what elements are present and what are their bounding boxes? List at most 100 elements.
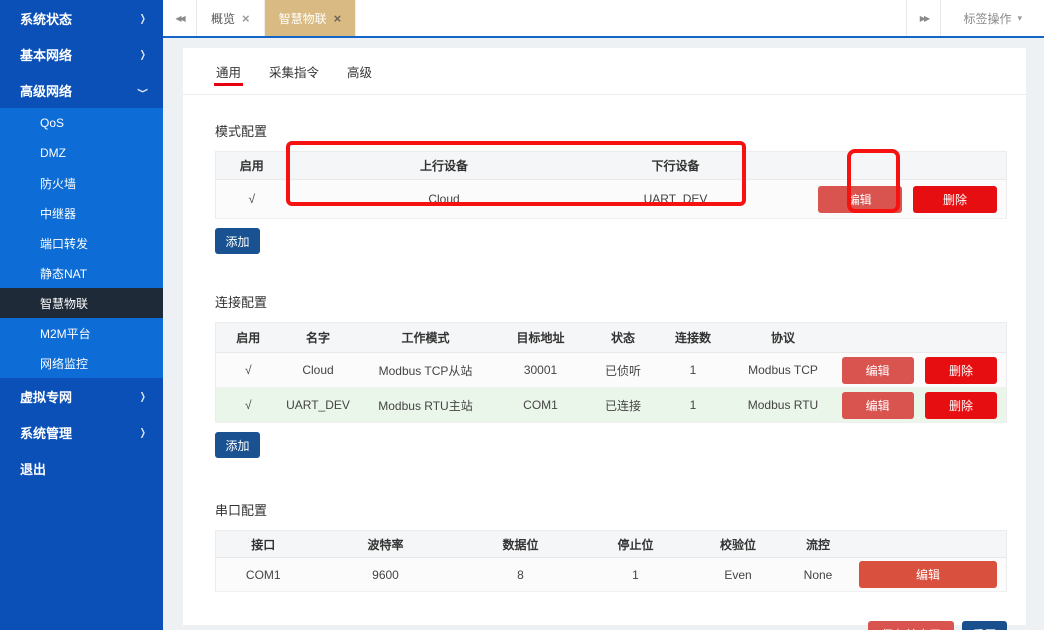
sidebar-subitem-static-nat[interactable]: 静态NAT	[0, 258, 163, 288]
tab-bar: ◀◀ 概览 × 智慧物联 × ▶▶ 标签操作 ▾	[163, 0, 1044, 38]
sidebar-item-vpn[interactable]: 虚拟专网 ❯	[0, 378, 163, 414]
scroll-tabs-left-button[interactable]: ◀◀	[163, 0, 197, 36]
tab-collect-commands[interactable]: 采集指令	[269, 48, 319, 94]
sidebar-item-label: 高级网络	[20, 81, 72, 100]
tab-operations-dropdown[interactable]: 标签操作 ▾	[940, 0, 1044, 36]
col-connection-count: 连接数	[661, 323, 726, 353]
main-content: 通用 采集指令 高级 模式配置 启用 上行设备 下行设备 √ Cloud UAR…	[163, 38, 1044, 630]
col-data-bits: 数据位	[461, 531, 581, 558]
add-connection-button[interactable]: 添加	[215, 432, 260, 458]
save-and-apply-button[interactable]: 保存并应用	[868, 621, 954, 630]
subitem-label: 端口转发	[40, 235, 88, 252]
tab-smart-iot[interactable]: 智慧物联 ×	[265, 0, 357, 36]
sidebar-item-logout[interactable]: 退出	[0, 450, 163, 486]
close-icon[interactable]: ×	[334, 11, 342, 26]
mode-config-title: 模式配置	[215, 121, 1007, 140]
connection-config-title: 连接配置	[215, 292, 1007, 311]
sidebar-subitem-m2m-platform[interactable]: M2M平台	[0, 318, 163, 348]
content-card: 通用 采集指令 高级 模式配置 启用 上行设备 下行设备 √ Cloud UAR…	[183, 48, 1026, 625]
subitem-label: 智慧物联	[40, 295, 88, 312]
delete-button[interactable]: 删除	[925, 392, 997, 419]
edit-serial-button[interactable]: 编辑	[859, 561, 997, 588]
scroll-tabs-right-button[interactable]: ▶▶	[906, 0, 940, 36]
sidebar-item-system-management[interactable]: 系统管理 ❯	[0, 414, 163, 450]
downlink-device-value: UART_DEV	[601, 180, 751, 219]
close-icon[interactable]: ×	[242, 11, 250, 26]
sidebar-item-label: 虚拟专网	[20, 387, 72, 406]
name-value: Cloud	[281, 353, 356, 388]
tab-general[interactable]: 通用	[216, 48, 241, 94]
edit-button[interactable]: 编辑	[818, 186, 902, 213]
col-actions	[841, 323, 1007, 353]
sidebar-subitem-smart-iot[interactable]: 智慧物联	[0, 288, 163, 318]
connection-config-table: 启用 名字 工作模式 目标地址 状态 连接数 协议 √ Cloud Modbus…	[215, 322, 1007, 423]
reset-button[interactable]: 重置	[962, 621, 1007, 630]
subitem-label: QoS	[40, 116, 64, 130]
flow-control-value: None	[786, 558, 851, 592]
col-stop-bits: 停止位	[581, 531, 691, 558]
sidebar: 系统状态 ❯ 基本网络 ❯ 高级网络 ❯ QoS DMZ 防火墙 中继器 端口转…	[0, 0, 163, 630]
tab-overview[interactable]: 概览 ×	[197, 0, 265, 36]
work-mode-value: Modbus TCP从站	[356, 353, 496, 388]
edit-button[interactable]: 编辑	[842, 392, 914, 419]
tab-label: 智慧物联	[279, 10, 327, 27]
serial-config-table: 接口 波特率 数据位 停止位 校验位 流控 COM1 9600 8 1 Even…	[215, 530, 1007, 592]
name-value: UART_DEV	[281, 388, 356, 423]
col-protocol: 协议	[726, 323, 841, 353]
interface-value: COM1	[216, 558, 311, 592]
status-value: 已侦听	[586, 353, 661, 388]
delete-button[interactable]: 删除	[913, 186, 997, 213]
delete-button[interactable]: 删除	[925, 357, 997, 384]
tab-advanced[interactable]: 高级	[347, 48, 372, 94]
sidebar-subitem-dmz[interactable]: DMZ	[0, 138, 163, 168]
table-header-row: 启用 名字 工作模式 目标地址 状态 连接数 协议	[216, 323, 1007, 353]
sidebar-subitem-repeater[interactable]: 中继器	[0, 198, 163, 228]
add-mode-button[interactable]: 添加	[215, 228, 260, 254]
table-header-row: 启用 上行设备 下行设备	[216, 152, 1007, 180]
connection-count-value: 1	[661, 353, 726, 388]
subitem-label: DMZ	[40, 146, 66, 160]
subitem-label: 网络监控	[40, 355, 88, 372]
subitem-label: 防火墙	[40, 175, 76, 192]
col-actions	[751, 152, 1007, 180]
sidebar-subitem-firewall[interactable]: 防火墙	[0, 168, 163, 198]
subitem-label: 中继器	[40, 205, 76, 222]
sidebar-item-label: 退出	[20, 459, 46, 478]
sidebar-subitem-port-forwarding[interactable]: 端口转发	[0, 228, 163, 258]
chevron-right-icon: ❯	[140, 390, 146, 402]
col-target-address: 目标地址	[496, 323, 586, 353]
tab-label: 概览	[211, 10, 235, 27]
actions-cell: 编辑	[851, 558, 1007, 592]
table-row: COM1 9600 8 1 Even None 编辑	[216, 558, 1007, 592]
col-flow-control: 流控	[786, 531, 851, 558]
enabled-check: √	[216, 388, 281, 423]
col-enable: 启用	[216, 152, 288, 180]
sidebar-subitem-network-monitor[interactable]: 网络监控	[0, 348, 163, 378]
sidebar-submenu-advanced-network: QoS DMZ 防火墙 中继器 端口转发 静态NAT 智慧物联 M2M平台 网络…	[0, 108, 163, 378]
work-mode-value: Modbus RTU主站	[356, 388, 496, 423]
connection-count-value: 1	[661, 388, 726, 423]
table-row: √ Cloud UART_DEV 编辑 删除	[216, 180, 1007, 219]
target-address-value: COM1	[496, 388, 586, 423]
chevron-right-icon: ❯	[140, 426, 146, 438]
sidebar-subitem-qos[interactable]: QoS	[0, 108, 163, 138]
target-address-value: 30001	[496, 353, 586, 388]
chevron-down-icon: ❯	[137, 87, 149, 93]
protocol-value: Modbus RTU	[726, 388, 841, 423]
actions-cell: 编辑 删除	[751, 180, 1007, 219]
tab-operations-label: 标签操作	[963, 10, 1011, 27]
edit-button[interactable]: 编辑	[842, 357, 914, 384]
col-interface: 接口	[216, 531, 311, 558]
sidebar-item-basic-network[interactable]: 基本网络 ❯	[0, 36, 163, 72]
subitem-label: 静态NAT	[40, 265, 87, 282]
serial-config-title: 串口配置	[215, 500, 1007, 519]
enabled-check: √	[216, 180, 288, 219]
col-uplink-device: 上行设备	[288, 152, 601, 180]
col-baud-rate: 波特率	[311, 531, 461, 558]
sidebar-item-system-status[interactable]: 系统状态 ❯	[0, 0, 163, 36]
double-arrow-left-icon: ◀◀	[175, 14, 183, 23]
sidebar-item-label: 系统状态	[20, 9, 72, 28]
chevron-right-icon: ❯	[140, 48, 146, 60]
sidebar-item-advanced-network[interactable]: 高级网络 ❯	[0, 72, 163, 108]
status-value: 已连接	[586, 388, 661, 423]
